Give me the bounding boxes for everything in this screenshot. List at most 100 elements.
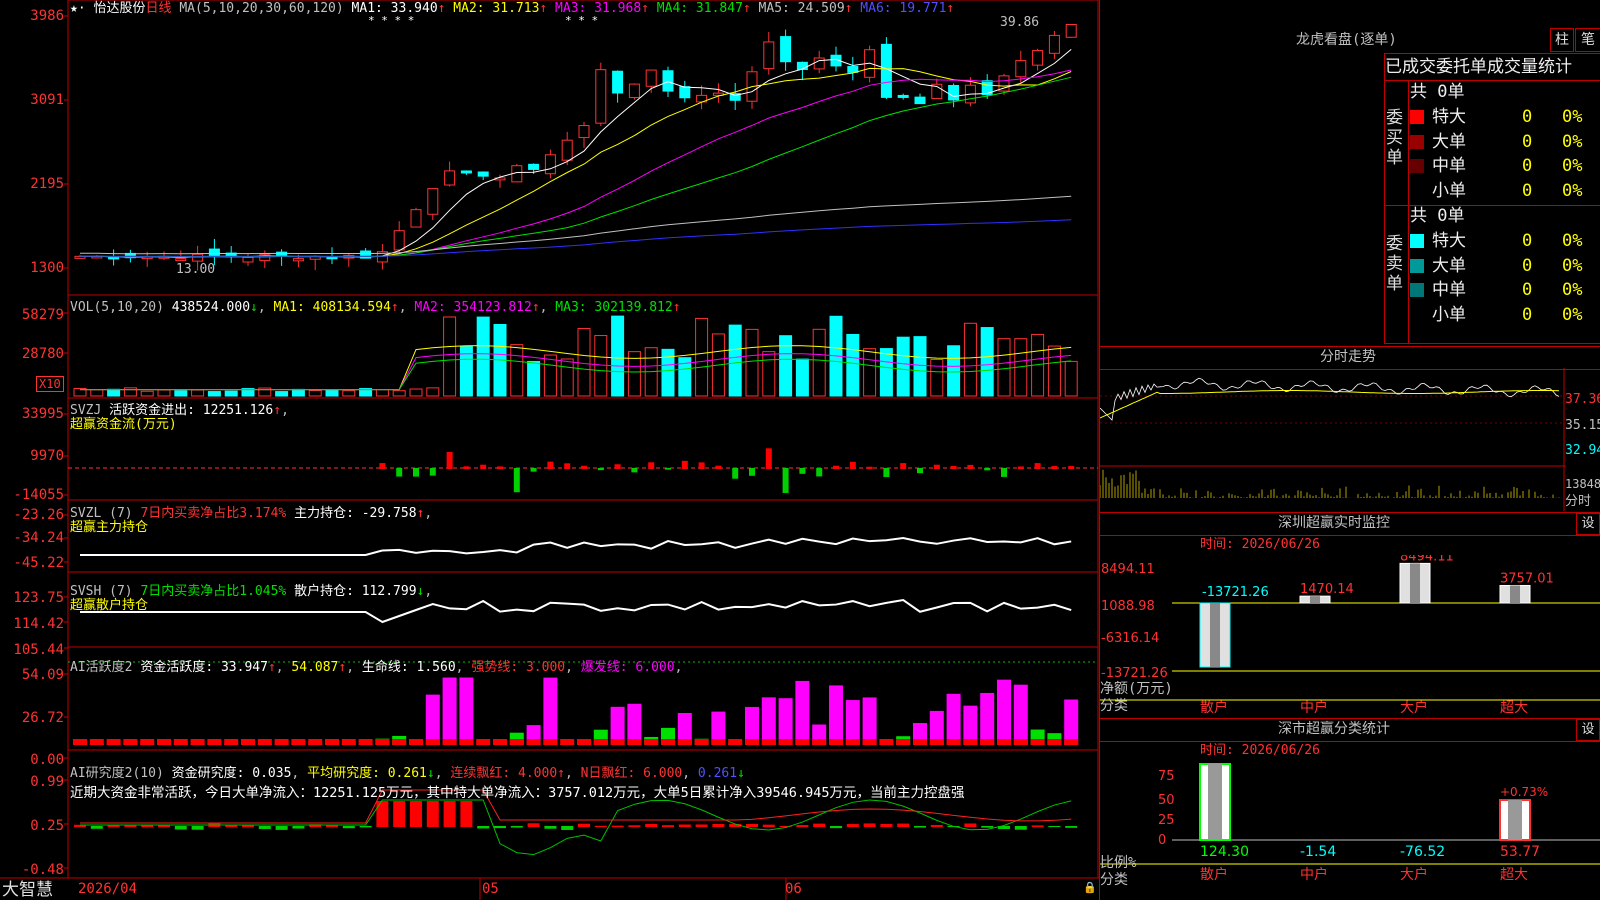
- activity-base: [644, 739, 659, 745]
- tab-filled[interactable]: 已成交: [1385, 57, 1436, 77]
- sz-stats-title: 深市超赢分类统计: [1278, 721, 1390, 737]
- activity-base: [577, 739, 591, 745]
- volume-bar: [896, 336, 910, 397]
- pen-mode-button[interactable]: 笔: [1575, 28, 1600, 52]
- volume-bar: [476, 316, 490, 397]
- intraday-period: 分时: [1565, 494, 1592, 509]
- activity-base: [778, 739, 793, 745]
- activity-base: [560, 739, 575, 745]
- volume-bar: [224, 390, 238, 397]
- order-pct: 0%: [1562, 107, 1583, 127]
- candle: [796, 61, 808, 70]
- order-pct: 0%: [1562, 156, 1583, 176]
- volume-bar: [560, 358, 574, 397]
- svzl-axis-tick: -45.22: [13, 555, 64, 571]
- activity-base: [476, 739, 491, 745]
- svzj-bar: [984, 468, 991, 471]
- stock-name[interactable]: 怡达股份: [93, 1, 145, 16]
- x-axis-tick: 05: [482, 881, 499, 897]
- volume-bar: [745, 328, 759, 397]
- intraday-chart[interactable]: [1100, 368, 1600, 511]
- stars-row: * * * *: [368, 14, 415, 27]
- research-bar: [90, 826, 103, 829]
- volume-bar: [812, 328, 826, 397]
- order-type: 中单: [1432, 280, 1466, 300]
- order-type: 大单: [1432, 255, 1466, 276]
- indicator-line: [80, 536, 1072, 556]
- activity-bar: [543, 677, 558, 745]
- period-label[interactable]: 日线: [146, 1, 172, 16]
- activity-base: [1064, 739, 1079, 745]
- candle: [477, 171, 489, 177]
- tab-orders[interactable]: 委托单: [1436, 57, 1487, 77]
- intraday-title: 分时走势: [1320, 349, 1376, 365]
- order-row: 小单 0 0%: [1410, 304, 1600, 326]
- svzj-bar: [698, 462, 705, 469]
- sz-stats-chart: 75 50 25 0 124.30 散户 -1.54 中户 -76.52 大户 53.77 +0.73…: [1100, 763, 1600, 883]
- star-icon[interactable]: ★·: [70, 1, 86, 16]
- volume-bar: [191, 389, 205, 397]
- activity-base: [73, 739, 87, 745]
- lock-icon[interactable]: 🔒: [1083, 880, 1097, 895]
- main-header: ★· 怡达股份日线 MA(5,10,20,30,60,120) MA1: 33.…: [70, 1, 954, 16]
- activity-bar: [845, 700, 860, 745]
- bar-mode-button[interactable]: 柱: [1550, 28, 1574, 52]
- activity-base: [980, 739, 995, 745]
- order-pct: 0%: [1562, 280, 1583, 300]
- volume-bar: [342, 390, 356, 397]
- research-bar: [712, 823, 725, 827]
- kline-chart-area[interactable]: [0, 0, 1100, 900]
- svzj-bar: [1068, 466, 1075, 469]
- activity-bar: [761, 697, 776, 745]
- order-color-swatch: [1410, 234, 1424, 248]
- sz-stats-top-label: +0.73%: [1500, 785, 1548, 799]
- tab-volume-stats[interactable]: 成交量统计: [1487, 57, 1572, 77]
- research-bar: [1014, 826, 1027, 830]
- main-axis-tick: 3986: [30, 8, 64, 24]
- volume-bar: [611, 315, 625, 397]
- research-bar: [544, 826, 557, 829]
- candle: [410, 209, 422, 228]
- research-bar: [830, 826, 842, 829]
- research-bar: [813, 823, 826, 827]
- activity-base: [173, 739, 188, 745]
- candle: [192, 253, 204, 262]
- research-bar: [578, 823, 590, 827]
- candle: [393, 230, 405, 251]
- research-bar: [846, 824, 859, 827]
- activity-bar: [980, 692, 995, 745]
- sz-monitor-settings-button[interactable]: 设: [1576, 513, 1600, 535]
- research-bar: [662, 825, 674, 827]
- sz-stats-bar-label: 124.30: [1200, 844, 1249, 860]
- svzj-bar: [379, 463, 386, 469]
- ma-title: MA(5,10,20,30,60,120): [179, 1, 344, 16]
- sz-monitor-time: 时间: 2026/06/26: [1200, 537, 1320, 552]
- order-color-swatch: [1410, 308, 1424, 322]
- activity-base: [157, 739, 171, 745]
- candle: [1015, 60, 1027, 78]
- research-bar: [527, 823, 540, 827]
- volume-bar: [728, 324, 742, 397]
- volume-bar: [779, 335, 793, 397]
- order-count: 0: [1522, 180, 1533, 201]
- high-annotation: 39.86: [1000, 15, 1040, 30]
- activity-bar: [627, 703, 642, 745]
- svzj-subtitle: 超赢资金流(万元): [70, 417, 177, 432]
- svzj-bar: [614, 464, 621, 469]
- main-axis-tick: 1300: [30, 260, 64, 276]
- ma-value-5: MA5: 24.509: [758, 1, 845, 16]
- sz-stats-bar-label: 53.77: [1500, 844, 1540, 860]
- candle: [763, 41, 775, 70]
- research-bar: [695, 824, 708, 827]
- order-count: 0: [1522, 231, 1533, 251]
- svzj-bar: [413, 468, 419, 477]
- svsh-axis-tick: 105.44: [13, 642, 64, 658]
- volume-bar: [275, 391, 289, 397]
- sz-stats-axis-tick: 0: [1158, 833, 1166, 848]
- activity-base: [1047, 739, 1062, 745]
- sz-stats-time: 时间: 2026/06/26: [1200, 743, 1320, 758]
- activity-base: [829, 739, 843, 745]
- sz-stats-settings-button[interactable]: 设: [1576, 719, 1600, 741]
- activity-base: [241, 739, 255, 745]
- volume-bar: [695, 317, 709, 397]
